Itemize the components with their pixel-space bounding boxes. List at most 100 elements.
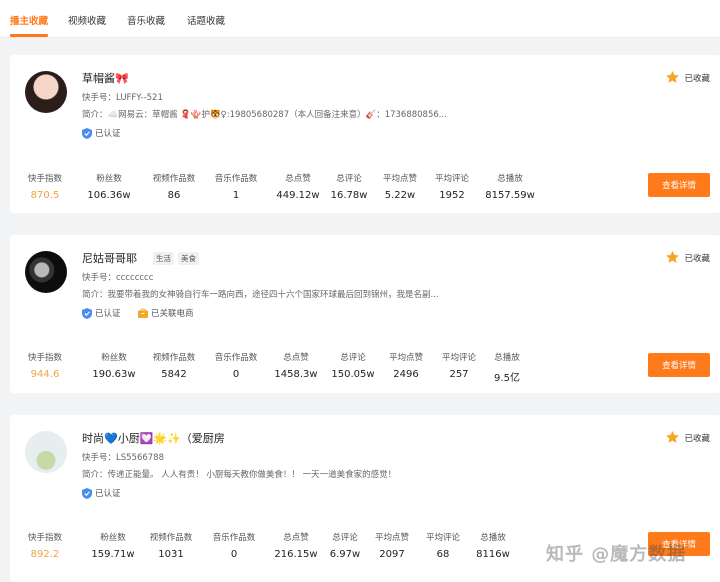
stat-label: 总播放 <box>497 174 523 184</box>
bio: 简介：我要带着我的女神骑自行车一路向西，途径四十六个国家环球最后回到锦州，我是名… <box>82 290 439 300</box>
category-tag: 生活 <box>153 251 174 265</box>
stat-value: 86 <box>167 190 181 201</box>
stat-music: 音乐作品数 0 <box>206 351 266 380</box>
streamer-card: 草帽酱🎀 快手号：LUFFY--521 简介：☁️网易云：草帽酱 🧣🪸护🐯♀:1… <box>10 55 720 213</box>
stat-value: 9.5亿 <box>494 373 520 384</box>
stat-value: 159.71w <box>91 549 135 560</box>
stat-label: 粉丝数 <box>101 353 127 363</box>
stat-label: 总点赞 <box>283 353 309 363</box>
favorite-label: 已收藏 <box>684 253 710 264</box>
star-icon <box>666 70 680 83</box>
active-tab-indicator <box>10 34 48 37</box>
tab-video-favorites[interactable]: 视频收藏 <box>68 13 106 27</box>
stat-value: 449.12w <box>276 190 320 201</box>
kuaishou-id: 快手号：LS5566788 <box>82 453 164 463</box>
stat-label: 音乐作品数 <box>214 174 258 184</box>
ecommerce-label: 已关联电商 <box>151 309 194 319</box>
stat-label: 平均点赞 <box>382 174 417 184</box>
favorite-label: 已收藏 <box>684 73 710 84</box>
view-details-button[interactable]: 查看详情 <box>648 532 710 556</box>
stat-label: 视频作品数 <box>152 353 196 363</box>
stat-plays: 总播放 9.5亿 <box>484 351 530 384</box>
avatar[interactable] <box>25 431 67 473</box>
stat-label: 平均评论 <box>434 174 469 184</box>
stat-label: 总评论 <box>336 174 362 184</box>
stat-label: 音乐作品数 <box>214 353 258 363</box>
favorite-toggle[interactable]: 已收藏 <box>665 70 710 85</box>
stat-music: 音乐作品数 1 <box>206 172 266 201</box>
stat-value: 892.2 <box>30 549 60 560</box>
stat-label: 总评论 <box>332 533 358 543</box>
kuaishou-id: 快手号：LUFFY--521 <box>82 93 163 103</box>
stat-label: 总点赞 <box>283 533 309 543</box>
name-row: 时尚💙小厨💟🌟✨（爱厨房 <box>82 430 225 446</box>
stat-plays: 总播放 8116w <box>470 531 516 560</box>
stat-value: 257 <box>449 369 469 380</box>
tab-topic-favorites[interactable]: 话题收藏 <box>187 13 225 27</box>
favorite-toggle[interactable]: 已收藏 <box>665 250 710 265</box>
stat-label: 音乐作品数 <box>212 533 256 543</box>
stat-value: 190.63w <box>92 369 136 380</box>
tab-music-favorites[interactable]: 音乐收藏 <box>127 13 165 27</box>
streamer-name[interactable]: 时尚💙小厨💟🌟✨（爱厨房 <box>82 430 225 446</box>
stat-label: 快手指数 <box>27 533 62 543</box>
tab-streamer-favorites[interactable]: 播主收藏 <box>10 13 48 27</box>
bio: 简介：☁️网易云：草帽酱 🧣🪸护🐯♀:19805680287（本人回备注来意）🎸… <box>82 110 447 120</box>
star-icon <box>666 430 680 443</box>
stat-label: 视频作品数 <box>152 174 196 184</box>
view-details-button[interactable]: 查看详情 <box>648 353 710 377</box>
stat-label: 总播放 <box>494 353 520 363</box>
verified-badge: 已认证 <box>82 127 121 139</box>
streamer-card: 尼姑哥哥耶 生活 美食 快手号：cccccccc 简介：我要带着我的女神骑自行车… <box>10 235 720 393</box>
stat-label: 粉丝数 <box>100 533 126 543</box>
stat-value: 1458.3w <box>274 369 318 380</box>
stat-value: 944.6 <box>30 369 60 380</box>
verified-badge: 已认证 <box>82 307 121 319</box>
stat-videos: 视频作品数 1031 <box>141 531 201 560</box>
star-icon <box>666 250 680 263</box>
avatar[interactable] <box>25 71 67 113</box>
stat-value: 6.97w <box>329 549 361 560</box>
stat-videos: 视频作品数 86 <box>144 172 204 201</box>
stat-label: 快手指数 <box>27 353 62 363</box>
stat-avg-comments: 平均评论 68 <box>419 531 467 560</box>
stat-label: 平均点赞 <box>374 533 409 543</box>
stat-plays: 总播放 8157.59w <box>480 172 540 201</box>
stat-label: 平均点赞 <box>388 353 423 363</box>
stat-value: 1031 <box>158 549 184 560</box>
avatar[interactable] <box>25 251 67 293</box>
stat-label: 总点赞 <box>285 174 311 184</box>
stat-videos: 视频作品数 5842 <box>144 351 204 380</box>
verified-label: 已认证 <box>95 129 121 139</box>
favorite-toggle[interactable]: 已收藏 <box>665 430 710 445</box>
stat-value: 16.78w <box>330 190 368 201</box>
stat-value: 870.5 <box>30 190 60 201</box>
shopping-bag-icon <box>138 308 148 318</box>
streamer-name[interactable]: 草帽酱🎀 <box>82 70 129 86</box>
stat-value: 106.36w <box>87 190 131 201</box>
stat-value: 0 <box>230 549 238 560</box>
stat-value: 150.05w <box>331 369 375 380</box>
streamer-name[interactable]: 尼姑哥哥耶 <box>82 250 137 266</box>
stat-likes: 总点赞 449.12w <box>270 172 326 201</box>
verified-shield-icon <box>82 487 92 499</box>
view-details-button[interactable]: 查看详情 <box>648 173 710 197</box>
stat-index: 快手指数 892.2 <box>17 531 73 560</box>
ecommerce-badge: 已关联电商 <box>138 307 194 319</box>
stat-likes: 总点赞 1458.3w <box>268 351 324 380</box>
stat-value: 216.15w <box>274 549 318 560</box>
stat-value: 5842 <box>161 369 187 380</box>
name-row: 尼姑哥哥耶 生活 美食 <box>82 250 203 266</box>
stat-avg-likes: 平均点赞 2496 <box>382 351 430 380</box>
stat-fans: 粉丝数 190.63w <box>87 351 141 380</box>
stat-avg-likes: 平均点赞 5.22w <box>376 172 424 201</box>
stat-value: 1 <box>232 190 240 201</box>
stat-label: 总播放 <box>480 533 506 543</box>
stat-comments: 总评论 6.97w <box>322 531 368 560</box>
stat-value: 2097 <box>379 549 405 560</box>
category-tag: 美食 <box>178 251 199 265</box>
verified-label: 已认证 <box>95 489 121 499</box>
stat-comments: 总评论 16.78w <box>326 172 372 201</box>
stat-label: 平均评论 <box>425 533 460 543</box>
stat-value: 5.22w <box>384 190 416 201</box>
